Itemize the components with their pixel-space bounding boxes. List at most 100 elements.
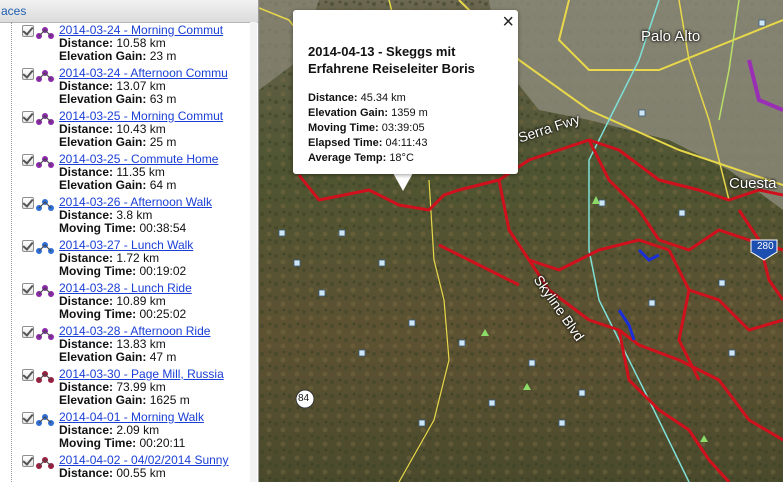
stat-label: Moving Time: [59,436,137,450]
visibility-checkbox[interactable] [22,240,34,252]
stat-value: 00:38:54 [139,221,187,235]
popup-stat-label: Distance: [308,92,358,104]
stat-label: Moving Time: [59,264,137,278]
label-cuesta: Cuesta [729,175,777,192]
stat-value: 23 m [149,49,177,63]
track-icon [36,285,54,297]
track-title-link[interactable]: 2014-04-01 - Morning Walk [59,410,204,424]
track-list-item[interactable]: 2014-03-24 - Morning Commut Distance: 10.… [0,23,258,66]
track-stat-2: Elevation Gain: 1625 m [59,394,190,407]
stat-value: 00.55 km [116,466,166,480]
stat-label: Moving Time: [59,221,137,235]
stat-value: 2.09 km [116,423,160,437]
visibility-checkbox[interactable] [22,326,34,338]
popup-stat-value: 03:39:05 [381,122,425,134]
track-title-link[interactable]: 2014-03-28 - Lunch Ride [59,281,192,295]
track-list-item[interactable]: 2014-03-24 - Afternoon Commu Distance: 13… [0,66,258,109]
sidebar-scrollbar[interactable] [250,22,257,482]
track-icon [36,70,54,82]
track-title-link[interactable]: 2014-04-02 - 04/02/2014 Sunny [59,453,228,467]
label-palo-alto: Palo Alto [641,28,701,45]
track-list-item[interactable]: 2014-03-25 - Commute Home Distance: 11.35… [0,152,258,195]
stat-value: 00:19:02 [139,264,187,278]
track-icon [36,156,54,168]
track-title-link[interactable]: 2014-03-25 - Commute Home [59,152,218,166]
stat-value: 64 m [149,178,177,192]
stat-value: 63 m [149,92,177,106]
stat-label: Elevation Gain: [59,135,147,149]
popup-stat-label: Average Temp: [308,152,387,164]
track-list-item[interactable]: 2014-04-01 - Morning Walk Distance: 2.09 … [0,410,258,453]
stat-value: 10.43 km [116,122,166,136]
track-title-link[interactable]: 2014-03-24 - Afternoon Commu [59,66,228,80]
stat-label: Distance: [59,122,114,136]
visibility-checkbox[interactable] [22,412,34,424]
track-stat-2: Elevation Gain: 64 m [59,179,176,192]
popup-stat-label: Moving Time: [308,122,379,134]
track-stat-1: Distance: 00.55 km [59,467,166,480]
popup-stat-label: Elevation Gain: [308,107,389,119]
track-icon [36,414,54,426]
stat-label: Distance: [59,337,114,351]
popup-stat-row: Distance: 45.34 km [308,91,428,106]
stat-value: 00:25:02 [139,307,187,321]
stat-label: Distance: [59,165,114,179]
track-title-link[interactable]: 2014-03-28 - Afternoon Ride [59,324,210,338]
track-title-link[interactable]: 2014-03-26 - Afternoon Walk [59,195,212,209]
close-icon[interactable]: × [502,12,514,32]
track-title-link[interactable]: 2014-03-30 - Page Mill, Russia [59,367,224,381]
visibility-checkbox[interactable] [22,111,34,123]
track-title-link[interactable]: 2014-03-24 - Morning Commut [59,23,223,37]
track-icon [36,371,54,383]
visibility-checkbox[interactable] [22,369,34,381]
track-title-link[interactable]: 2014-03-25 - Morning Commut [59,109,223,123]
track-title-link[interactable]: 2014-03-27 - Lunch Walk [59,238,193,252]
track-icon [36,457,54,469]
track-list-item[interactable]: 2014-03-26 - Afternoon Walk Distance: 3.8… [0,195,258,238]
track-list-item[interactable]: 2014-03-28 - Lunch Ride Distance: 10.89 k… [0,281,258,324]
stat-label: Elevation Gain: [59,178,147,192]
visibility-checkbox[interactable] [22,197,34,209]
track-stat-2: Moving Time: 00:38:54 [59,222,186,235]
popup-stat-row: Moving Time: 03:39:05 [308,121,428,136]
label-hwy-84: 84 [298,393,310,404]
stat-value: 1625 m [149,393,190,407]
track-info-popup: × 2014-04-13 - Skeggs mit Erfahrene Reis… [293,10,518,174]
stat-label: Distance: [59,208,114,222]
places-header-title: aces [1,4,27,18]
stat-value: 11.35 km [116,165,165,179]
stat-value: 13.83 km [116,337,166,351]
track-stat-2: Moving Time: 00:20:11 [59,437,185,450]
track-stat-2: Elevation Gain: 47 m [59,351,176,364]
popup-stat-value: 1359 m [391,107,428,119]
visibility-checkbox[interactable] [22,154,34,166]
visibility-checkbox[interactable] [22,455,34,467]
track-list-item[interactable]: 2014-03-25 - Morning Commut Distance: 10.… [0,109,258,152]
popup-stat-value: 04:11:43 [385,137,428,149]
visibility-checkbox[interactable] [22,283,34,295]
places-header[interactable]: aces [0,0,258,23]
track-icon [36,328,54,340]
track-list-item[interactable]: 2014-03-27 - Lunch Walk Distance: 1.72 km… [0,238,258,281]
stat-label: Elevation Gain: [59,350,147,364]
track-stat-2: Elevation Gain: 63 m [59,93,176,106]
visibility-checkbox[interactable] [22,68,34,80]
popup-stat-row: Elapsed Time: 04:11:43 [308,136,428,151]
stat-value: 10.89 km [116,294,166,308]
track-list-item[interactable]: 2014-04-02 - 04/02/2014 Sunny Distance: 0… [0,453,258,482]
track-stat-2: Moving Time: 00:25:02 [59,308,186,321]
track-list-item[interactable]: 2014-03-28 - Afternoon Ride Distance: 13.… [0,324,258,367]
stat-value: 00:20:11 [139,436,186,450]
visibility-checkbox[interactable] [22,25,34,37]
popup-stat-value: 18°C [389,152,414,164]
stat-label: Distance: [59,294,114,308]
track-icon [36,199,54,211]
track-stat-2: Elevation Gain: 23 m [59,50,176,63]
track-list: 2014-03-24 - Morning Commut Distance: 10.… [0,23,258,482]
stat-label: Elevation Gain: [59,49,147,63]
stat-label: Distance: [59,380,114,394]
popup-stat-label: Elapsed Time: [308,137,383,149]
stat-value: 10.58 km [116,36,166,50]
stat-value: 3.8 km [116,208,153,222]
track-list-item[interactable]: 2014-03-30 - Page Mill, Russia Distance: … [0,367,258,410]
